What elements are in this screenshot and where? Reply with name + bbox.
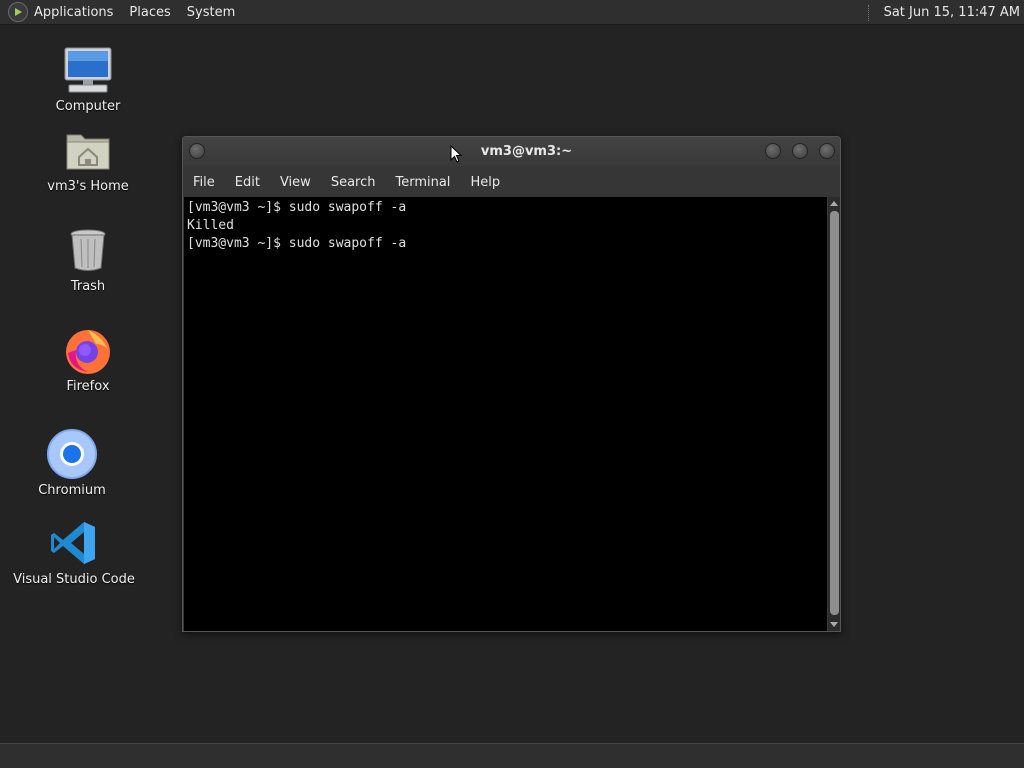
places-menu[interactable]: Places	[129, 5, 170, 20]
terminal-scrollbar[interactable]	[828, 197, 840, 631]
bottom-panel	[0, 743, 1024, 768]
vscode-icon	[49, 518, 99, 568]
desktop-icon-label: Trash	[70, 279, 106, 294]
desktop-icon-vscode[interactable]: Visual Studio Code	[0, 518, 149, 587]
menu-search[interactable]: Search	[331, 175, 376, 190]
maximize-button[interactable]	[792, 143, 808, 159]
menu-edit[interactable]: Edit	[235, 175, 260, 190]
main-menu-icon[interactable]	[8, 2, 28, 22]
desktop-icon-trash[interactable]: Trash	[13, 225, 163, 294]
desktop-icon-label: vm3's Home	[47, 179, 129, 194]
firefox-icon	[63, 325, 113, 375]
clock-area: Sat Jun 15, 11:47 AM	[867, 0, 1020, 25]
desktop-icon-firefox[interactable]: Firefox	[13, 325, 163, 394]
desktop-icon-label: Visual Studio Code	[13, 572, 135, 587]
terminal-line: [vm3@vm3 ~]$ sudo swapoff -a	[187, 200, 407, 215]
minimize-button[interactable]	[765, 143, 781, 159]
applications-menu[interactable]: Applications	[34, 5, 113, 20]
system-menu[interactable]: System	[187, 5, 235, 20]
desktop-icon-home[interactable]: vm3's Home	[13, 125, 163, 194]
scroll-up-icon[interactable]	[830, 201, 838, 206]
terminal-line: [vm3@vm3 ~]$ sudo swapoff -a	[187, 236, 407, 251]
desktop-icon-label: Firefox	[66, 379, 110, 394]
window-title: vm3@vm3:~	[480, 144, 573, 159]
menu-file[interactable]: File	[193, 175, 215, 190]
home-folder-icon	[63, 125, 113, 175]
top-panel: Applications Places System Sat Jun 15, 1…	[0, 0, 1024, 25]
terminal-window[interactable]: vm3@vm3:~ File Edit View Search Terminal…	[182, 136, 841, 632]
menu-view[interactable]: View	[280, 175, 311, 190]
desktop-icon-label: Computer	[55, 99, 121, 114]
panel-clock[interactable]: Sat Jun 15, 11:47 AM	[884, 5, 1020, 20]
panel-separator	[867, 4, 872, 21]
menu-help[interactable]: Help	[470, 175, 500, 190]
terminal-line: Killed	[187, 218, 234, 233]
close-button[interactable]	[819, 143, 835, 159]
desktop-icon-chromium[interactable]: Chromium	[0, 429, 147, 498]
trash-icon	[63, 225, 113, 275]
scroll-down-icon[interactable]	[830, 622, 838, 627]
terminal-menubar: File Edit View Search Terminal Help	[183, 167, 840, 197]
mouse-pointer-icon	[450, 144, 463, 167]
terminal-titlebar[interactable]: vm3@vm3:~	[183, 137, 840, 167]
scroll-thumb[interactable]	[830, 211, 839, 615]
desktop-icon-computer[interactable]: Computer	[13, 45, 163, 114]
terminal-output[interactable]: [vm3@vm3 ~]$ sudo swapoff -a Killed [vm3…	[184, 197, 827, 631]
desktop-icon-label: Chromium	[38, 483, 106, 498]
computer-icon	[63, 45, 113, 95]
menu-terminal[interactable]: Terminal	[395, 175, 450, 190]
chromium-icon	[47, 429, 97, 479]
